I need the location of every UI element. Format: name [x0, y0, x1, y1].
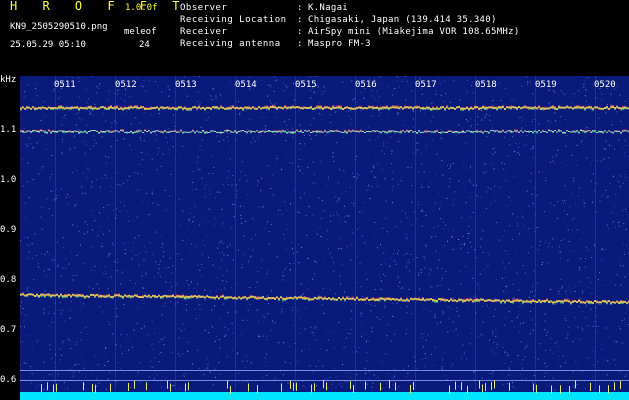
x-tick-0513: 0513	[175, 80, 197, 90]
x-tick-0515: 0515	[295, 80, 317, 90]
x-tick-0519: 0519	[535, 80, 557, 90]
y-unit-label: kHz	[0, 75, 17, 85]
version-label: 1.0.0f	[125, 3, 158, 13]
x-tick-0516: 0516	[355, 80, 377, 90]
x-tick-0511: 0511	[54, 80, 76, 90]
x-tick-0514: 0514	[235, 80, 257, 90]
app-logo: H R O F F T	[10, 0, 189, 13]
y-tick-1.1: 1.1	[0, 125, 17, 135]
x-tick-0520: 0520	[594, 80, 616, 90]
y-tick-1.0: 1.0	[0, 175, 17, 185]
header-panel: H R O F F T 1.0.0f KN9_2505290510.png me…	[0, 0, 629, 75]
y-tick-0.9: 0.9	[0, 225, 17, 235]
antenna-label: Receiving antenna	[180, 39, 281, 49]
observer-value: K.Nagai	[308, 3, 349, 13]
antenna-value: Maspro FM-3	[308, 39, 371, 49]
datetime-label: 25.05.29 05:10	[10, 40, 86, 50]
mode-label: meleof	[124, 27, 157, 37]
x-tick-0512: 0512	[115, 80, 137, 90]
receiver-value: AirSpy mini (Miakejima VOR 108.65MHz)	[308, 27, 520, 37]
location-value: Chigasaki, Japan (139.414 35.340)	[308, 15, 497, 25]
location-colon: :	[297, 15, 303, 25]
spectrogram-svg	[20, 76, 629, 400]
receiver-label: Receiver	[180, 27, 228, 37]
filename-label: KN9_2505290510.png	[10, 22, 108, 32]
spectrogram-plot	[20, 76, 629, 400]
receiver-colon: :	[297, 27, 303, 37]
observer-colon: :	[297, 3, 303, 13]
x-tick-0517: 0517	[415, 80, 437, 90]
x-tick-0518: 0518	[475, 80, 497, 90]
antenna-colon: :	[297, 39, 303, 49]
y-tick-0.6: 0.6	[0, 375, 17, 385]
observer-label: Observer	[180, 3, 228, 13]
y-tick-0.7: 0.7	[0, 325, 17, 335]
y-tick-0.8: 0.8	[0, 275, 17, 285]
location-label: Receiving Location	[180, 15, 287, 25]
count-label: 24	[139, 40, 150, 50]
